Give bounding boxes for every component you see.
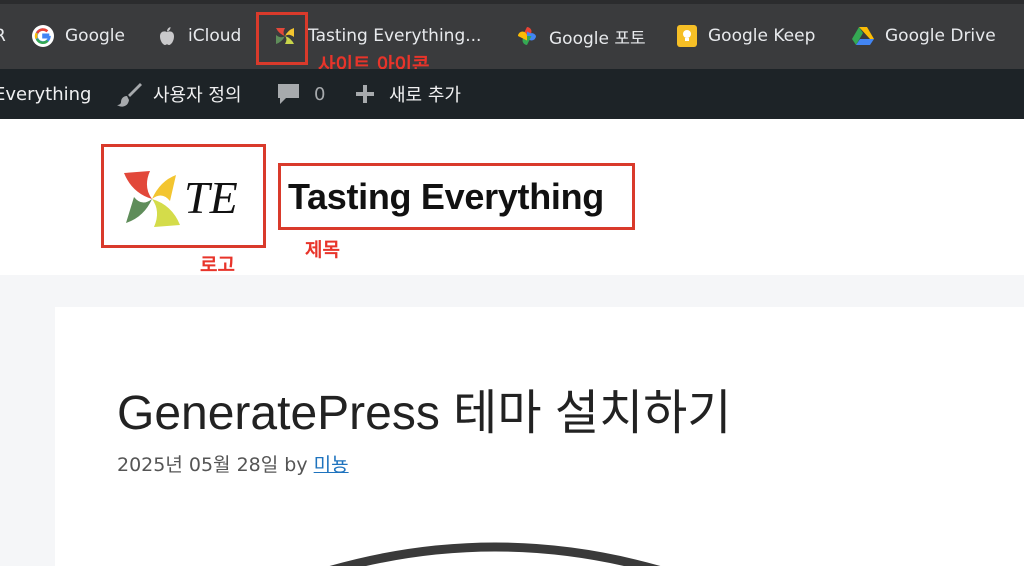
bookmark-label: iCloud — [188, 26, 242, 46]
bookmark-google[interactable]: Google — [31, 22, 125, 50]
plus-icon — [355, 84, 375, 104]
post-date: 2025년 05월 28일 — [117, 454, 279, 476]
comments-count: 0 — [314, 83, 326, 105]
post-by: by — [284, 454, 308, 476]
apple-icon — [158, 24, 176, 48]
annotation-box-site-icon — [256, 12, 308, 65]
new-label: 새로 추가 — [389, 85, 461, 106]
bookmark-label: Tasting Everything... — [308, 26, 482, 46]
bookmark-google-photos[interactable]: Google 포토 — [515, 22, 646, 50]
admin-bar-comments[interactable]: 0 — [276, 69, 325, 119]
bookmarks-bar: R Google iCloud — [0, 0, 1024, 69]
annotation-label-logo: 로고 — [200, 254, 235, 276]
bookmark-label: R — [0, 26, 6, 46]
post-meta: 2025년 05월 28일 by 미뇽 — [117, 450, 349, 477]
annotation-box-logo — [101, 144, 266, 248]
admin-bar: Everything 사용자 정의 0 새로 추가 — [0, 69, 1024, 119]
bookmark-google-keep[interactable]: Google Keep — [676, 22, 815, 50]
site-name-label: Everything — [0, 83, 92, 105]
featured-image-arc — [329, 542, 661, 566]
google-photos-pinwheel-icon — [515, 24, 539, 48]
admin-bar-site-name[interactable]: Everything — [0, 69, 91, 119]
brush-icon — [115, 80, 143, 108]
annotation-label-title: 제목 — [305, 239, 340, 261]
post-title: GeneratePress 테마 설치하기 — [117, 387, 732, 440]
customize-label: 사용자 정의 — [153, 85, 242, 106]
bookmark-label: Google Drive — [885, 26, 996, 46]
bookmark-google-drive[interactable]: Google Drive — [851, 22, 996, 50]
google-drive-triangle-icon — [851, 24, 875, 48]
admin-bar-customize[interactable]: 사용자 정의 — [115, 69, 242, 119]
bookmark-label: Google 포토 — [549, 28, 646, 49]
post-article: GeneratePress 테마 설치하기 2025년 05월 28일 by 미… — [55, 307, 1024, 566]
bookmark-partial[interactable]: R — [0, 22, 6, 50]
post-author-link[interactable]: 미뇽 — [314, 454, 349, 476]
google-keep-bulb-icon — [676, 24, 698, 48]
google-g-icon — [31, 24, 55, 48]
annotation-label-site-icon: 사이트 아이콘 — [318, 54, 430, 69]
annotation-box-title — [278, 163, 635, 230]
bookmark-label: Google Keep — [708, 26, 816, 46]
admin-bar-new[interactable]: 새로 추가 — [355, 69, 461, 119]
comment-bubble-icon — [276, 81, 302, 107]
bookmark-label: Google — [65, 26, 125, 46]
toolbar-edge — [0, 0, 1024, 4]
bookmark-icloud[interactable]: iCloud — [158, 22, 241, 50]
